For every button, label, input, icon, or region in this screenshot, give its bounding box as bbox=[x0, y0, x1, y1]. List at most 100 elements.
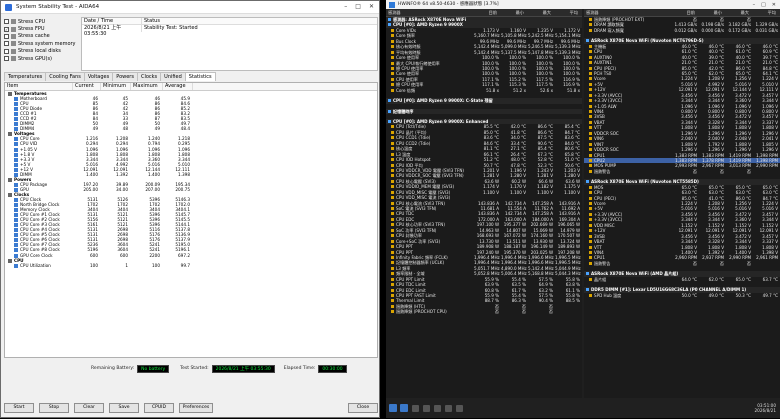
tab-2[interactable]: Voltages bbox=[83, 72, 114, 81]
preferences-button[interactable]: Preferences bbox=[179, 403, 213, 413]
tab-4[interactable]: Clocks bbox=[136, 72, 162, 81]
tab-0[interactable]: Temperatures bbox=[4, 72, 47, 81]
hw-col-header[interactable]: 平均 bbox=[751, 9, 778, 16]
hwinfo-titlebar[interactable]: HWiNFO® 64 v8.50-4630 - 感應器狀態 [3.7%] – □… bbox=[386, 0, 780, 9]
cpuid-button[interactable]: CPUID bbox=[144, 403, 174, 413]
checkbox[interactable]: ✓ bbox=[4, 26, 9, 32]
sensor-group-header[interactable]: 記憶體時序 bbox=[386, 108, 582, 114]
sensor-row[interactable]: 過熱警告 否 否 否 bbox=[584, 261, 780, 266]
hw-col-header[interactable]: 感測器 bbox=[386, 9, 472, 16]
taskbar-clock: 03:51:00 2026/8/21 bbox=[755, 403, 780, 413]
checkbox[interactable] bbox=[4, 41, 9, 47]
aida-titlebar[interactable]: System Stability Test - AIDA64 – □ ✕ bbox=[1, 1, 379, 14]
hw-col-header[interactable]: 最大 bbox=[526, 9, 553, 16]
test-started-label: Test Started: bbox=[180, 365, 209, 371]
checkbox[interactable] bbox=[4, 48, 9, 54]
clear-button[interactable]: Clear bbox=[74, 403, 104, 413]
minimize-icon[interactable]: – bbox=[753, 2, 756, 8]
sensor-value: 51.8 x bbox=[486, 87, 499, 93]
hw-col-header[interactable]: 最小 bbox=[697, 9, 724, 16]
sensor-icon bbox=[589, 256, 592, 260]
sensor-icon bbox=[589, 23, 592, 27]
sensor-value bbox=[555, 309, 582, 314]
sensor-group-header[interactable]: CPU [#0]: AMD Ryzen 9 9900X: C-State 殘留 bbox=[386, 98, 582, 104]
statistics-grid: Item Current Minimum Maximum Average Tem… bbox=[4, 82, 378, 358]
sensor-label: SPD Hub 溫度 bbox=[594, 292, 622, 298]
stress-option-label: Stress GPU(s) bbox=[18, 55, 53, 62]
sensor-row[interactable]: 晶片組 64.0 °C 62.0 °C 65.0 °C 63.7 °C bbox=[584, 277, 780, 282]
settings-icon[interactable] bbox=[434, 404, 441, 412]
start-button[interactable]: Start bbox=[4, 403, 34, 413]
sensor-row[interactable]: Core 倍頻 51.8 x 51.2 x 52.6 x 51.8 x bbox=[386, 88, 582, 93]
close-button[interactable]: Close bbox=[348, 403, 378, 413]
status-table: Date / Time Status 2026/8/21 上午 03:55:30… bbox=[81, 17, 378, 71]
hw-col-header[interactable]: 感測器 bbox=[584, 9, 670, 16]
hw-col-header[interactable]: 目前 bbox=[472, 9, 499, 16]
reset-clock-icon[interactable] bbox=[445, 404, 452, 412]
sensor-icon bbox=[391, 125, 394, 129]
stress-option-3[interactable]: Stress system memory bbox=[4, 40, 78, 47]
checkbox[interactable] bbox=[4, 33, 9, 39]
grid-row[interactable]: CPU Utilization 100 1 100 99.7 bbox=[5, 263, 377, 268]
stress-option-0[interactable]: Stress CPU bbox=[4, 18, 78, 25]
maximize-icon[interactable]: □ bbox=[355, 4, 361, 10]
col-maximum[interactable]: Maximum bbox=[131, 83, 163, 90]
save-button[interactable]: Save bbox=[109, 403, 139, 413]
tab-6[interactable]: Statistics bbox=[184, 72, 216, 81]
sensor-label: CPU [#0]: AMD Ryzen 9 9900X bbox=[393, 22, 463, 28]
sensor-row[interactable]: 過熱降頻 (PROCHOT CPU) 否 否 否 bbox=[386, 309, 582, 314]
status-row[interactable]: 2026/8/21 上午 03:55:30 Stability Test: St… bbox=[82, 25, 377, 37]
close-icon[interactable]: ✕ bbox=[772, 2, 776, 8]
stress-option-4[interactable]: Stress local disks bbox=[4, 48, 78, 55]
sensor-label: VIN6 bbox=[594, 136, 604, 142]
sensor-value bbox=[753, 261, 780, 266]
hw-col-header[interactable]: 最大 bbox=[724, 9, 751, 16]
stress-option-1[interactable]: ✓ Stress FPU bbox=[4, 25, 78, 32]
hw-col-header[interactable]: 平均 bbox=[553, 9, 580, 16]
status-col-status[interactable]: Status bbox=[142, 18, 377, 24]
checkbox[interactable] bbox=[4, 56, 9, 62]
sensor-label: AUXTIN0 bbox=[594, 54, 612, 60]
sensor-icon bbox=[589, 66, 592, 70]
col-average[interactable]: Average bbox=[163, 83, 193, 90]
sensor-row[interactable]: 過熱警告 否 否 否 bbox=[584, 169, 780, 174]
col-item[interactable]: Item bbox=[5, 83, 73, 90]
sensor-label: CPU [#0]: AMD Ryzen 9 9900X: Enhanced bbox=[393, 119, 489, 124]
sensor-row[interactable]: SPD Hub 溫度 50.0 °C 49.0 °C 50.3 °C 49.7 °C bbox=[584, 293, 780, 298]
sensor-icon bbox=[589, 142, 592, 146]
checkbox[interactable] bbox=[4, 19, 9, 25]
sensor-icon bbox=[391, 245, 394, 249]
col-current[interactable]: Current bbox=[73, 83, 101, 90]
stress-option-2[interactable]: Stress cache bbox=[4, 33, 78, 40]
close-icon[interactable]: ✕ bbox=[369, 4, 374, 10]
nav-forward-icon[interactable] bbox=[400, 404, 408, 412]
maximize-icon[interactable]: □ bbox=[761, 2, 766, 8]
hardware-icon bbox=[11, 48, 16, 54]
close-sensor-icon[interactable] bbox=[456, 404, 463, 412]
sensor-icon bbox=[391, 283, 394, 287]
nav-back-icon[interactable] bbox=[389, 404, 397, 412]
tab-3[interactable]: Powers bbox=[112, 72, 138, 81]
stress-option-label: Stress CPU bbox=[18, 18, 46, 25]
sensor-row[interactable]: DRAM 寫入頻寬 0.012 GB/s 0.000 GB/s 0.172 GB/s 0… bbox=[584, 28, 780, 33]
sensor-label: 過熱降頻 (HTC) bbox=[396, 303, 426, 309]
sensor-icon bbox=[391, 212, 394, 216]
network-icon[interactable] bbox=[412, 404, 419, 412]
sensor-label: 記憶體控制器頻率 (UCLK) bbox=[396, 260, 445, 266]
sensor-value: 否 bbox=[521, 309, 526, 315]
hw-col-header[interactable]: 最小 bbox=[499, 9, 526, 16]
stress-option-5[interactable]: Stress GPU(s) bbox=[4, 55, 78, 62]
hardware-icon bbox=[11, 19, 16, 25]
tab-1[interactable]: Cooling Fans bbox=[45, 72, 85, 81]
taskbar-date: 2026/8/21 bbox=[754, 408, 776, 413]
status-col-datetime[interactable]: Date / Time bbox=[82, 18, 142, 24]
minimize-icon[interactable]: – bbox=[344, 4, 347, 10]
col-minimum[interactable]: Minimum bbox=[101, 83, 131, 90]
sensor-icon bbox=[589, 93, 592, 97]
sensor-label: 晶片組 bbox=[594, 276, 607, 282]
export-icon[interactable] bbox=[423, 404, 430, 412]
sensor-icon bbox=[391, 168, 394, 172]
stop-button[interactable]: Stop bbox=[39, 403, 69, 413]
hw-col-header[interactable]: 目前 bbox=[670, 9, 697, 16]
tab-5[interactable]: Unified bbox=[160, 72, 186, 81]
